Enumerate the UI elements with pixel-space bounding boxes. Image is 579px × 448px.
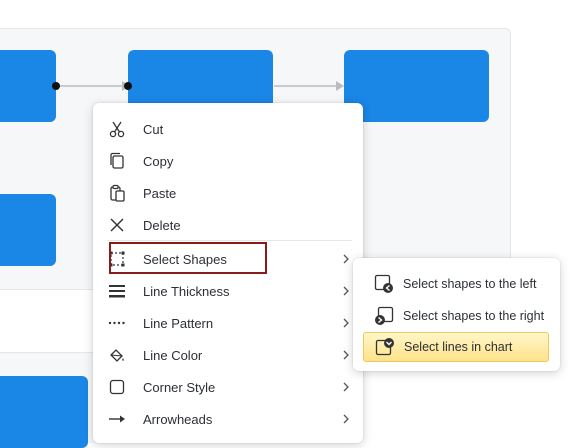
menu-item-label: Delete bbox=[143, 217, 181, 233]
paint-bucket-icon bbox=[107, 345, 127, 365]
menu-item-cut[interactable]: Cut bbox=[107, 114, 352, 144]
arrow-right-icon bbox=[107, 409, 127, 429]
line-thickness-icon bbox=[107, 281, 127, 301]
menu-item-label: Cut bbox=[143, 121, 164, 137]
menu-item-arrowheads[interactable]: Arrowheads bbox=[107, 404, 352, 434]
submenu-item-label: Select lines in chart bbox=[404, 340, 513, 354]
context-menu: Cut Copy Paste Delete Select Shapes Line… bbox=[93, 103, 363, 443]
diagram-shape[interactable] bbox=[0, 194, 56, 266]
select-shapes-submenu: Select shapes to the left Select shapes … bbox=[353, 258, 560, 371]
chevron-right-icon bbox=[343, 414, 349, 424]
menu-item-label: Paste bbox=[143, 185, 177, 201]
menu-item-label: Select Shapes bbox=[143, 251, 227, 267]
menu-separator bbox=[107, 240, 352, 241]
menu-item-label: Arrowheads bbox=[143, 411, 213, 427]
copy-icon bbox=[107, 151, 127, 171]
dotted-line-icon bbox=[107, 313, 127, 333]
menu-item-copy[interactable]: Copy bbox=[107, 146, 352, 176]
select-left-icon bbox=[373, 273, 395, 295]
submenu-item-select-lines[interactable]: Select lines in chart bbox=[363, 332, 549, 362]
menu-item-paste[interactable]: Paste bbox=[107, 178, 352, 208]
submenu-item-select-left[interactable]: Select shapes to the left bbox=[363, 269, 549, 299]
x-icon bbox=[107, 215, 127, 235]
chevron-right-icon bbox=[343, 350, 349, 360]
menu-item-label: Copy bbox=[143, 153, 174, 169]
menu-item-line-thickness[interactable]: Line Thickness bbox=[107, 276, 352, 306]
select-lines-icon bbox=[374, 336, 396, 358]
diagram-shape[interactable] bbox=[344, 50, 489, 122]
paste-icon bbox=[107, 183, 127, 203]
menu-item-line-pattern[interactable]: Line Pattern bbox=[107, 308, 352, 338]
scissors-icon bbox=[107, 119, 127, 139]
menu-item-label: Line Pattern bbox=[143, 315, 214, 331]
dashed-square-icon bbox=[107, 249, 127, 269]
menu-item-label: Corner Style bbox=[143, 379, 216, 395]
select-right-icon bbox=[373, 305, 395, 327]
chevron-right-icon bbox=[343, 286, 349, 296]
menu-item-label: Line Color bbox=[143, 347, 203, 363]
menu-item-label: Line Thickness bbox=[143, 283, 230, 299]
submenu-item-label: Select shapes to the left bbox=[403, 277, 537, 291]
chevron-right-icon bbox=[343, 382, 349, 392]
menu-item-corner-style[interactable]: Corner Style bbox=[107, 372, 352, 402]
menu-item-delete[interactable]: Delete bbox=[107, 210, 352, 240]
menu-item-line-color[interactable]: Line Color bbox=[107, 340, 352, 370]
rounded-square-icon bbox=[107, 377, 127, 397]
chevron-right-icon bbox=[343, 254, 349, 264]
submenu-item-select-right[interactable]: Select shapes to the right bbox=[363, 301, 549, 331]
submenu-item-label: Select shapes to the right bbox=[403, 309, 545, 323]
chevron-right-icon bbox=[343, 318, 349, 328]
diagram-shape[interactable] bbox=[0, 50, 56, 122]
diagram-shape[interactable] bbox=[0, 376, 88, 448]
menu-item-select-shapes[interactable]: Select Shapes bbox=[107, 244, 352, 274]
